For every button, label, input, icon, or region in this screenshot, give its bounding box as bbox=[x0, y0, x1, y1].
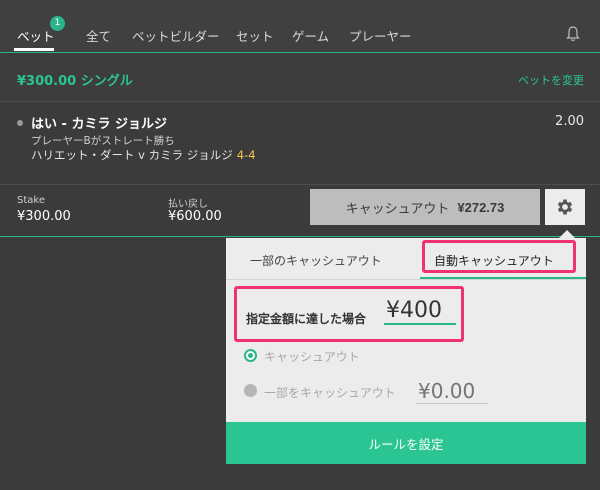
selection-odds: 2.00 bbox=[555, 114, 584, 129]
cashout-amount: ¥272.73 bbox=[457, 199, 505, 215]
selection-status-dot bbox=[17, 120, 23, 126]
radio-partial-cashout[interactable] bbox=[244, 384, 257, 397]
tab-all[interactable]: 全て bbox=[86, 26, 111, 45]
set-rule-button[interactable]: ルールを設定 bbox=[226, 422, 586, 464]
selection-event: ハリエット・ダート v カミラ ジョルジ 4-4 bbox=[31, 147, 256, 163]
target-amount-label: 指定金額に達した場合 bbox=[246, 312, 367, 326]
radio-full-cashout-label: キャッシュアウト bbox=[264, 350, 360, 364]
betslip-title: ¥300.00 シングル bbox=[17, 74, 133, 89]
stake-value: ¥300.00 bbox=[17, 209, 71, 224]
tab-bet-builder[interactable]: ベットビルダー bbox=[132, 26, 220, 45]
tab-sets[interactable]: セット bbox=[236, 26, 274, 45]
radio-partial-cashout-label: 一部をキャッシュアウト bbox=[264, 386, 396, 400]
stake-row: Stake ¥300.00 払い戻し ¥600.00 キャッシュアウト ¥272… bbox=[0, 184, 600, 237]
tab-bets[interactable]: ベット bbox=[17, 26, 55, 45]
active-tab-underline bbox=[420, 277, 586, 279]
gear-icon bbox=[557, 199, 573, 215]
partial-amount-input[interactable] bbox=[416, 378, 488, 404]
bell-icon[interactable] bbox=[566, 26, 580, 42]
cashout-label: キャッシュアウト bbox=[345, 200, 450, 216]
betslip-header: ¥300.00 シングル ベットを変更 bbox=[0, 54, 600, 102]
target-amount-input[interactable] bbox=[384, 297, 456, 325]
selection-market: プレーヤーBがストレート勝ち bbox=[31, 135, 175, 147]
cashout-settings-button[interactable] bbox=[545, 189, 585, 225]
radio-full-cashout[interactable] bbox=[244, 349, 257, 362]
stake-label: Stake bbox=[17, 195, 45, 206]
selection-name: はい - カミラ ジョルジ bbox=[31, 117, 167, 132]
highlight-box-auto-tab bbox=[422, 240, 576, 273]
cashout-button[interactable]: キャッシュアウト ¥272.73 bbox=[310, 189, 540, 225]
tab-games[interactable]: ゲーム bbox=[292, 26, 329, 45]
bets-count-badge: 1 bbox=[50, 16, 65, 31]
tab-partial-cashout[interactable]: 一部のキャッシュアウト bbox=[250, 252, 382, 269]
change-bet-link[interactable]: ベットを変更 bbox=[518, 72, 584, 88]
tab-divider bbox=[226, 279, 586, 280]
active-tab-indicator bbox=[14, 48, 54, 51]
event-name: ハリエット・ダート v カミラ ジョルジ bbox=[31, 148, 233, 162]
live-score: 4-4 bbox=[236, 148, 256, 162]
returns-value: ¥600.00 bbox=[168, 209, 222, 224]
selection-item: はい - カミラ ジョルジ 2.00 プレーヤーBがストレート勝ち ハリエット・… bbox=[0, 103, 600, 183]
returns-label: 払い戻し bbox=[168, 199, 208, 210]
bet-slip-app: ベット 1 全て ベットビルダー セット ゲーム プレーヤー ¥300.00 シ… bbox=[0, 0, 600, 490]
top-nav: ベット 1 全て ベットビルダー セット ゲーム プレーヤー bbox=[0, 0, 600, 53]
auto-cashout-popover: 一部のキャッシュアウト 自動キャッシュアウト 指定金額に達した場合 キャッシュア… bbox=[226, 238, 586, 464]
tab-players[interactable]: プレーヤー bbox=[349, 26, 412, 45]
